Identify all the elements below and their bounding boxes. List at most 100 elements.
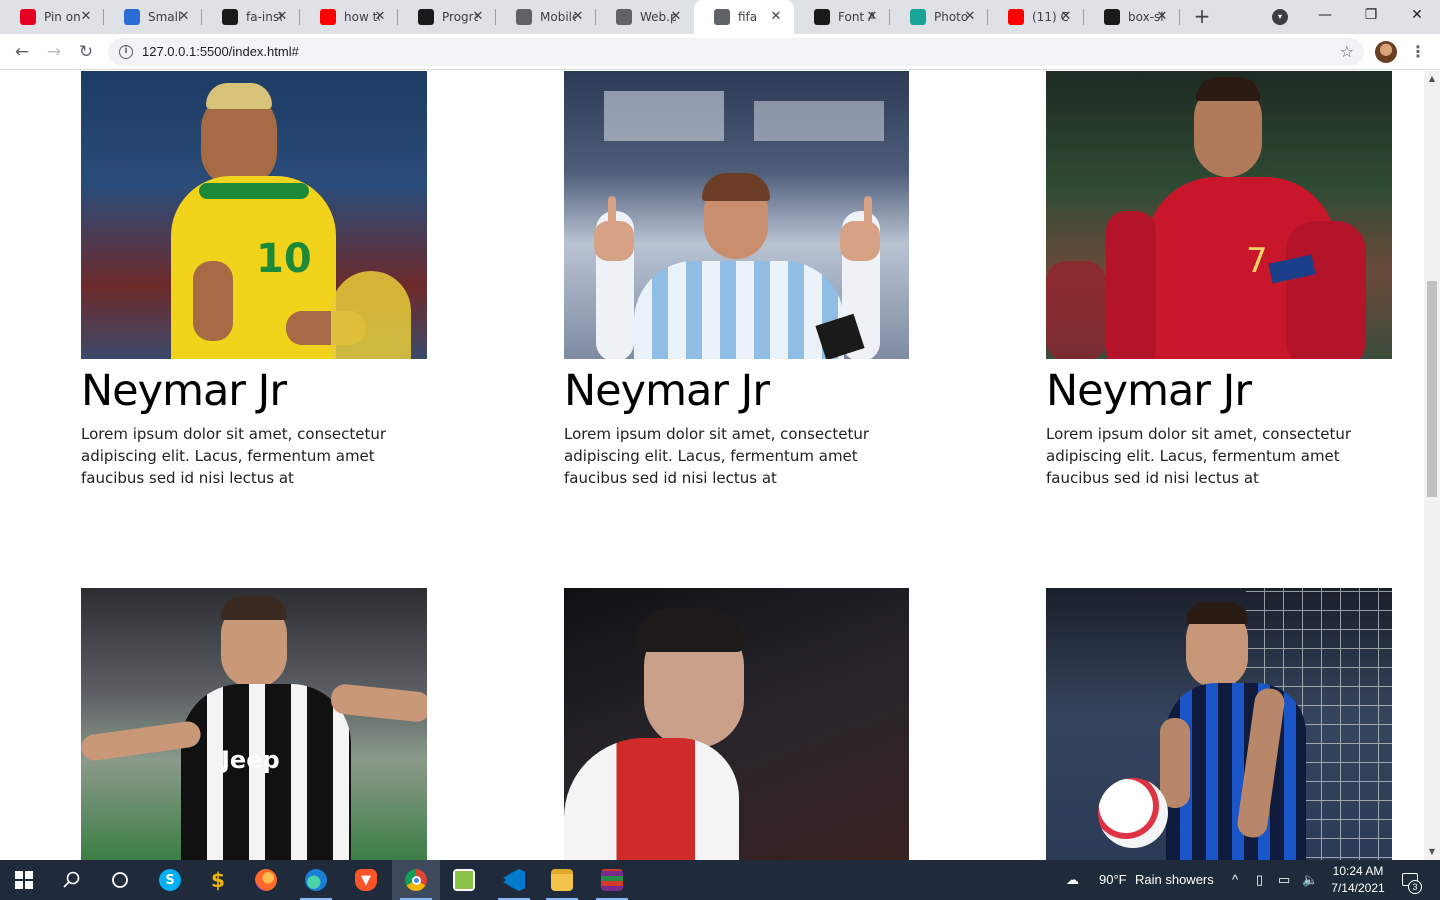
vscode-icon[interactable] [490, 860, 538, 900]
player-name: Neymar Jr [564, 366, 770, 416]
player-description: Lorem ipsum dolor sit amet, consectetur … [1046, 425, 1352, 487]
browser-tab[interactable]: how tc ✕ [300, 0, 398, 34]
notifications-icon[interactable]: 3 [1398, 860, 1422, 900]
taskbar-clock[interactable]: 10:24 AM 7/14/2021 [1318, 863, 1398, 897]
player-description: Lorem ipsum dolor sit amet, consectetur … [81, 425, 387, 487]
notification-count: 3 [1408, 880, 1422, 894]
flag-icon [222, 9, 238, 25]
codepen-icon [1104, 9, 1120, 25]
player-card: 10 Neymar Jr Lorem ipsum dolor sit amet,… [81, 71, 427, 489]
page-viewport: 10 Neymar Jr Lorem ipsum dolor sit amet,… [0, 71, 1424, 860]
close-tab-icon[interactable]: ✕ [372, 9, 388, 25]
page-scrollbar[interactable]: ▲ ▼ [1424, 71, 1440, 860]
address-bar[interactable]: i 127.0.0.1:5500/index.html# ☆ [108, 38, 1364, 66]
close-tab-icon[interactable]: ✕ [1058, 9, 1074, 25]
close-tab-icon[interactable]: ✕ [962, 9, 978, 25]
player-photo: Jeep [81, 588, 427, 860]
minimize-button[interactable]: — [1302, 0, 1348, 30]
browser-tab[interactable]: Small ✕ [104, 0, 202, 34]
pinterest-icon [20, 9, 36, 25]
close-tab-icon[interactable]: ✕ [78, 9, 94, 25]
back-arrow-icon[interactable]: ← [10, 40, 34, 64]
youtube-icon [1008, 9, 1024, 25]
notepad-plus-icon[interactable] [440, 860, 488, 900]
browser-tab[interactable]: Pin on ✕ [0, 0, 104, 34]
chrome-icon[interactable] [392, 860, 440, 900]
browser-tab[interactable]: box-sh ✕ [1084, 0, 1180, 34]
browser-tab[interactable]: fa-inst ✕ [202, 0, 300, 34]
profile-avatar[interactable] [1375, 41, 1397, 63]
close-tab-icon[interactable]: ✕ [1154, 9, 1170, 25]
player-card [1046, 588, 1392, 860]
url-text[interactable]: 127.0.0.1:5500/index.html# [142, 44, 299, 59]
youtube-icon [320, 9, 336, 25]
network-icon[interactable]: ▭ [1278, 860, 1290, 900]
browser-tab[interactable]: Photo ✕ [890, 0, 988, 34]
close-tab-icon[interactable]: ✕ [570, 9, 586, 25]
globe-icon [516, 9, 532, 25]
browser-tab[interactable]: Font A ✕ [794, 0, 890, 34]
tab-strip: Pin on ✕ Small ✕ fa-inst ✕ how tc ✕ Progra ✕ Mobil… [0, 0, 1440, 34]
tab-search-icon[interactable]: ▾ [1272, 9, 1288, 25]
windows-start-icon[interactable] [0, 860, 48, 900]
browser-tab[interactable]: Progra ✕ [398, 0, 496, 34]
weather-text[interactable]: Rain showers [1135, 860, 1214, 900]
tab-separator [1179, 9, 1180, 25]
chevron-up-icon[interactable]: ^ [1232, 860, 1238, 900]
edge-icon[interactable] [292, 860, 340, 900]
forward-arrow-icon[interactable]: → [42, 40, 66, 64]
globe-icon [714, 9, 730, 25]
github-icon [418, 9, 434, 25]
scroll-thumb[interactable] [1427, 281, 1437, 497]
site-info-icon[interactable]: i [119, 45, 133, 59]
close-tab-icon[interactable]: ✕ [176, 9, 192, 25]
photopea-icon [910, 9, 926, 25]
player-photo: 10 [81, 71, 427, 359]
player-card: Jeep [81, 588, 427, 860]
close-tab-icon[interactable]: ✕ [470, 9, 486, 25]
player-card: 7 Neymar Jr Lorem ipsum dolor sit amet, … [1046, 71, 1392, 489]
close-tab-icon[interactable]: ✕ [668, 9, 684, 25]
search-icon[interactable] [48, 860, 96, 900]
flag-icon [814, 9, 830, 25]
player-card [564, 588, 910, 860]
volume-icon[interactable]: 🔈 [1302, 860, 1318, 900]
scroll-down-icon[interactable]: ▼ [1424, 844, 1440, 860]
file-explorer-icon[interactable] [538, 860, 586, 900]
scroll-up-icon[interactable]: ▲ [1424, 71, 1440, 87]
weather-temp[interactable]: 90°F [1099, 860, 1127, 900]
tab-title: Pin on [44, 10, 80, 24]
player-photo [1046, 588, 1392, 860]
restore-button[interactable]: ❐ [1348, 0, 1394, 30]
player-photo [564, 71, 909, 359]
close-tab-icon[interactable]: ✕ [274, 9, 290, 25]
money-app-icon[interactable]: $ [194, 860, 242, 900]
browser-tab[interactable]: fifa ✕ [694, 0, 794, 34]
bookmark-star-icon[interactable]: ☆ [1340, 42, 1354, 61]
player-description: Lorem ipsum dolor sit amet, consectetur … [564, 425, 870, 487]
browser-menu-icon[interactable]: ⋮ [1410, 40, 1426, 64]
clock-time: 10:24 AM [1332, 864, 1384, 878]
player-name: Neymar Jr [81, 366, 287, 416]
bug-icon [124, 9, 140, 25]
browser-tab[interactable]: Mobile ✕ [496, 0, 596, 34]
browser-tab[interactable]: (11) C ✕ [988, 0, 1084, 34]
player-photo [564, 588, 909, 860]
firefox-icon[interactable] [242, 860, 290, 900]
cortana-icon[interactable] [96, 860, 144, 900]
windows-taskbar: S $ ▼ ☁ 90°F Rain showers ^ ▯ ▭ 🔈 10:24 … [0, 860, 1440, 900]
brave-icon[interactable]: ▼ [342, 860, 390, 900]
player-photo: 7 [1046, 71, 1392, 359]
close-tab-icon[interactable]: ✕ [768, 9, 784, 25]
weather-cloud-icon[interactable]: ☁ [1066, 860, 1079, 900]
skype-icon[interactable]: S [146, 860, 194, 900]
reload-icon[interactable]: ↻ [74, 40, 98, 64]
close-tab-icon[interactable]: ✕ [864, 9, 880, 25]
device-icon[interactable]: ▯ [1256, 860, 1263, 900]
close-window-button[interactable]: ✕ [1394, 0, 1440, 30]
winrar-icon[interactable] [588, 860, 636, 900]
new-tab-button[interactable]: + [1190, 6, 1214, 28]
browser-tab[interactable]: Web.p ✕ [596, 0, 694, 34]
player-card: Neymar Jr Lorem ipsum dolor sit amet, co… [564, 71, 910, 489]
clock-date: 7/14/2021 [1331, 881, 1385, 895]
